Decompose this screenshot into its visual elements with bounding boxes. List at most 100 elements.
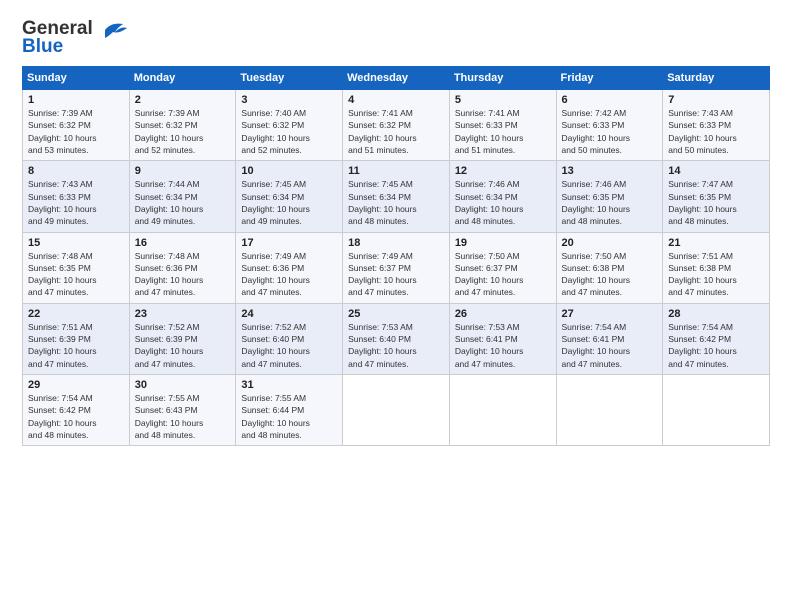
day-number: 9 [135,165,231,177]
calendar-day-cell: 14Sunrise: 7:47 AMSunset: 6:35 PMDayligh… [663,161,770,232]
calendar-day-cell: 8Sunrise: 7:43 AMSunset: 6:33 PMDaylight… [23,161,130,232]
calendar-day-cell: 1Sunrise: 7:39 AMSunset: 6:32 PMDaylight… [23,90,130,161]
logo-blue: Blue [22,36,63,58]
day-number: 26 [455,308,551,320]
weekday-header-wednesday: Wednesday [343,67,450,90]
day-info: Sunrise: 7:45 AMSunset: 6:34 PMDaylight:… [241,178,337,227]
day-info: Sunrise: 7:49 AMSunset: 6:36 PMDaylight:… [241,250,337,299]
calendar-day-cell: 7Sunrise: 7:43 AMSunset: 6:33 PMDaylight… [663,90,770,161]
calendar-week-row: 29Sunrise: 7:54 AMSunset: 6:42 PMDayligh… [23,375,770,446]
day-info: Sunrise: 7:39 AMSunset: 6:32 PMDaylight:… [135,107,231,156]
day-number: 22 [28,308,124,320]
calendar-week-row: 15Sunrise: 7:48 AMSunset: 6:35 PMDayligh… [23,232,770,303]
day-number: 14 [668,165,764,177]
day-info: Sunrise: 7:42 AMSunset: 6:33 PMDaylight:… [562,107,658,156]
day-info: Sunrise: 7:53 AMSunset: 6:41 PMDaylight:… [455,321,551,370]
day-number: 16 [135,237,231,249]
calendar-day-cell: 29Sunrise: 7:54 AMSunset: 6:42 PMDayligh… [23,375,130,446]
day-number: 2 [135,94,231,106]
day-info: Sunrise: 7:48 AMSunset: 6:35 PMDaylight:… [28,250,124,299]
day-info: Sunrise: 7:40 AMSunset: 6:32 PMDaylight:… [241,107,337,156]
calendar-day-cell: 9Sunrise: 7:44 AMSunset: 6:34 PMDaylight… [129,161,236,232]
empty-day-cell [449,375,556,446]
day-number: 21 [668,237,764,249]
day-info: Sunrise: 7:43 AMSunset: 6:33 PMDaylight:… [28,178,124,227]
calendar-day-cell: 4Sunrise: 7:41 AMSunset: 6:32 PMDaylight… [343,90,450,161]
day-number: 15 [28,237,124,249]
empty-day-cell [556,375,663,446]
day-number: 4 [348,94,444,106]
weekday-header-tuesday: Tuesday [236,67,343,90]
calendar-day-cell: 19Sunrise: 7:50 AMSunset: 6:37 PMDayligh… [449,232,556,303]
day-number: 28 [668,308,764,320]
calendar-week-row: 1Sunrise: 7:39 AMSunset: 6:32 PMDaylight… [23,90,770,161]
day-info: Sunrise: 7:52 AMSunset: 6:40 PMDaylight:… [241,321,337,370]
day-number: 25 [348,308,444,320]
day-info: Sunrise: 7:49 AMSunset: 6:37 PMDaylight:… [348,250,444,299]
calendar-day-cell: 12Sunrise: 7:46 AMSunset: 6:34 PMDayligh… [449,161,556,232]
calendar-day-cell: 27Sunrise: 7:54 AMSunset: 6:41 PMDayligh… [556,303,663,374]
logo: General Blue [22,18,127,58]
day-number: 27 [562,308,658,320]
calendar-day-cell: 18Sunrise: 7:49 AMSunset: 6:37 PMDayligh… [343,232,450,303]
calendar-day-cell: 2Sunrise: 7:39 AMSunset: 6:32 PMDaylight… [129,90,236,161]
calendar-day-cell: 13Sunrise: 7:46 AMSunset: 6:35 PMDayligh… [556,161,663,232]
calendar-day-cell: 3Sunrise: 7:40 AMSunset: 6:32 PMDaylight… [236,90,343,161]
day-number: 1 [28,94,124,106]
day-info: Sunrise: 7:54 AMSunset: 6:42 PMDaylight:… [668,321,764,370]
calendar-day-cell: 23Sunrise: 7:52 AMSunset: 6:39 PMDayligh… [129,303,236,374]
day-number: 13 [562,165,658,177]
day-info: Sunrise: 7:47 AMSunset: 6:35 PMDaylight:… [668,178,764,227]
calendar-day-cell: 17Sunrise: 7:49 AMSunset: 6:36 PMDayligh… [236,232,343,303]
weekday-header-monday: Monday [129,67,236,90]
calendar-day-cell: 26Sunrise: 7:53 AMSunset: 6:41 PMDayligh… [449,303,556,374]
day-number: 30 [135,379,231,391]
day-info: Sunrise: 7:54 AMSunset: 6:41 PMDaylight:… [562,321,658,370]
day-info: Sunrise: 7:53 AMSunset: 6:40 PMDaylight:… [348,321,444,370]
day-info: Sunrise: 7:51 AMSunset: 6:39 PMDaylight:… [28,321,124,370]
day-info: Sunrise: 7:50 AMSunset: 6:38 PMDaylight:… [562,250,658,299]
calendar-day-cell: 31Sunrise: 7:55 AMSunset: 6:44 PMDayligh… [236,375,343,446]
day-number: 31 [241,379,337,391]
calendar-day-cell: 28Sunrise: 7:54 AMSunset: 6:42 PMDayligh… [663,303,770,374]
calendar-day-cell: 20Sunrise: 7:50 AMSunset: 6:38 PMDayligh… [556,232,663,303]
day-number: 10 [241,165,337,177]
day-info: Sunrise: 7:45 AMSunset: 6:34 PMDaylight:… [348,178,444,227]
day-info: Sunrise: 7:48 AMSunset: 6:36 PMDaylight:… [135,250,231,299]
day-number: 7 [668,94,764,106]
day-info: Sunrise: 7:41 AMSunset: 6:33 PMDaylight:… [455,107,551,156]
header: General Blue [22,18,770,58]
calendar-day-cell: 11Sunrise: 7:45 AMSunset: 6:34 PMDayligh… [343,161,450,232]
day-info: Sunrise: 7:50 AMSunset: 6:37 PMDaylight:… [455,250,551,299]
day-info: Sunrise: 7:43 AMSunset: 6:33 PMDaylight:… [668,107,764,156]
day-number: 29 [28,379,124,391]
day-info: Sunrise: 7:55 AMSunset: 6:43 PMDaylight:… [135,392,231,441]
logo-bird-icon [95,20,127,40]
day-number: 18 [348,237,444,249]
weekday-header-sunday: Sunday [23,67,130,90]
day-number: 6 [562,94,658,106]
calendar-day-cell: 5Sunrise: 7:41 AMSunset: 6:33 PMDaylight… [449,90,556,161]
calendar-day-cell: 16Sunrise: 7:48 AMSunset: 6:36 PMDayligh… [129,232,236,303]
day-number: 17 [241,237,337,249]
day-info: Sunrise: 7:54 AMSunset: 6:42 PMDaylight:… [28,392,124,441]
day-info: Sunrise: 7:39 AMSunset: 6:32 PMDaylight:… [28,107,124,156]
day-number: 20 [562,237,658,249]
calendar-day-cell: 24Sunrise: 7:52 AMSunset: 6:40 PMDayligh… [236,303,343,374]
weekday-header-friday: Friday [556,67,663,90]
day-info: Sunrise: 7:46 AMSunset: 6:35 PMDaylight:… [562,178,658,227]
calendar-table: SundayMondayTuesdayWednesdayThursdayFrid… [22,66,770,446]
calendar-day-cell: 10Sunrise: 7:45 AMSunset: 6:34 PMDayligh… [236,161,343,232]
calendar-day-cell: 22Sunrise: 7:51 AMSunset: 6:39 PMDayligh… [23,303,130,374]
calendar-day-cell: 6Sunrise: 7:42 AMSunset: 6:33 PMDaylight… [556,90,663,161]
calendar-day-cell: 30Sunrise: 7:55 AMSunset: 6:43 PMDayligh… [129,375,236,446]
calendar-day-cell: 21Sunrise: 7:51 AMSunset: 6:38 PMDayligh… [663,232,770,303]
day-info: Sunrise: 7:52 AMSunset: 6:39 PMDaylight:… [135,321,231,370]
day-info: Sunrise: 7:55 AMSunset: 6:44 PMDaylight:… [241,392,337,441]
day-info: Sunrise: 7:46 AMSunset: 6:34 PMDaylight:… [455,178,551,227]
calendar-week-row: 8Sunrise: 7:43 AMSunset: 6:33 PMDaylight… [23,161,770,232]
weekday-header-row: SundayMondayTuesdayWednesdayThursdayFrid… [23,67,770,90]
calendar-day-cell: 15Sunrise: 7:48 AMSunset: 6:35 PMDayligh… [23,232,130,303]
calendar-week-row: 22Sunrise: 7:51 AMSunset: 6:39 PMDayligh… [23,303,770,374]
day-number: 24 [241,308,337,320]
